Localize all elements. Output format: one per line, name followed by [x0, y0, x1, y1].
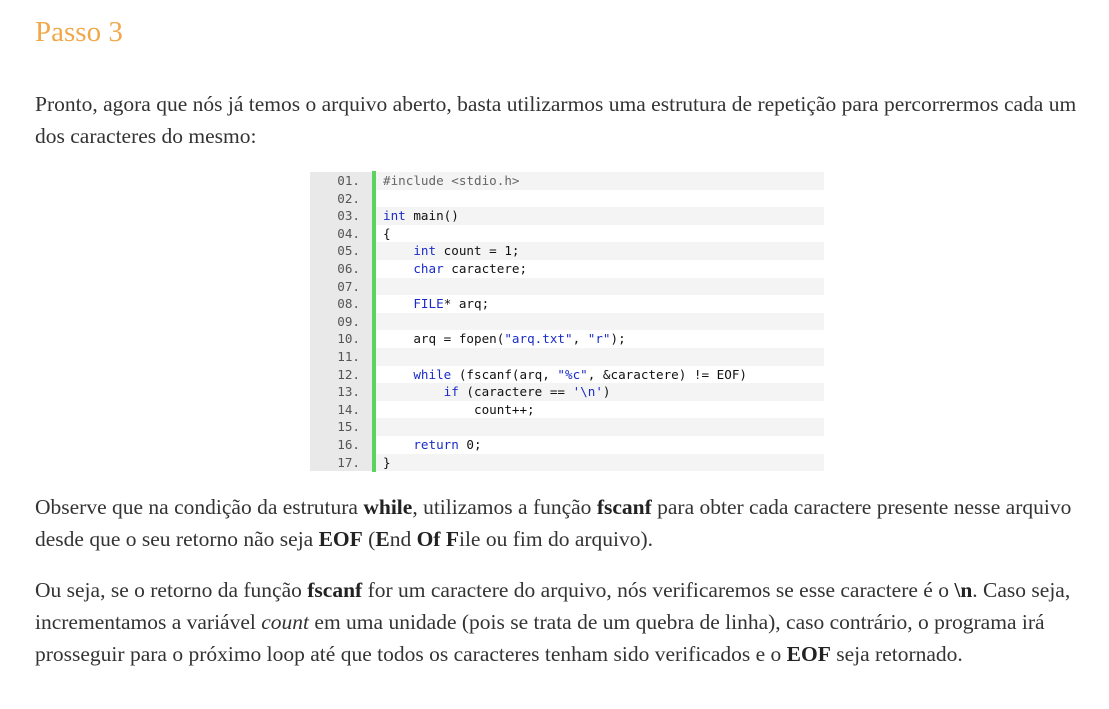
code-text: FILE* arq;: [413, 296, 490, 312]
keyword-fscanf: fscanf: [596, 495, 652, 519]
line-number: 13.: [310, 383, 372, 401]
line-number: 12.: [310, 365, 372, 384]
line-number: 07.: [310, 277, 372, 296]
line-number: 08.: [310, 295, 372, 313]
code-line: 02.: [310, 189, 824, 208]
code-line: 16. return 0;: [310, 436, 824, 454]
keyword-fscanf: fscanf: [307, 578, 363, 602]
code-line: 11.: [310, 348, 824, 366]
line-number: 17.: [310, 453, 372, 472]
code-line: 04. {: [310, 224, 824, 243]
code-line: 10. arq = fopen("arq.txt", "r");: [310, 330, 824, 348]
code-text: {: [383, 225, 391, 241]
code-text: count++;: [383, 401, 535, 417]
line-number: 10.: [310, 330, 372, 348]
intro-paragraph: Pronto, agora que nós já temos o arquivo…: [35, 92, 1077, 148]
code-line: 12. while (fscanf(arq, "%c", &caractere)…: [310, 365, 824, 384]
code-line: 05. int count = 1;: [310, 242, 824, 260]
keyword-eof: EOF: [318, 527, 363, 551]
code-line: 07.: [310, 277, 824, 296]
keyword-eof: EOF: [786, 642, 831, 666]
code-line: 08. FILE* arq;: [310, 295, 824, 313]
code-text: return 0;: [413, 437, 482, 452]
code-line: 13. if (caractere == '\n'): [310, 383, 824, 401]
code-text: }: [383, 454, 391, 470]
line-number: 02.: [310, 189, 372, 208]
line-number: 01.: [310, 172, 372, 190]
code-text: int count = 1;: [413, 243, 520, 259]
code-line: 14. count++;: [310, 400, 824, 419]
code-text: while (fscanf(arq, "%c", &caractere) != …: [413, 366, 747, 382]
code-line: 17.}: [310, 453, 824, 472]
line-number: 09.: [310, 312, 372, 331]
gutter-bar: [372, 171, 376, 472]
line-number: 16.: [310, 436, 372, 454]
code-line: 09.: [310, 312, 824, 331]
code-text: int main(): [383, 208, 459, 224]
step-heading: Passo 3: [35, 16, 123, 48]
code-line: 15.: [310, 418, 824, 436]
code-text: if (caractere == '\n'): [443, 384, 611, 400]
line-number: 05.: [310, 242, 372, 260]
code-line: 01. #include <stdio.h>: [310, 172, 824, 190]
line-number: 14.: [310, 400, 372, 419]
line-number: 04.: [310, 224, 372, 243]
code-text: char caractere;: [413, 261, 528, 276]
keyword-while: while: [363, 495, 413, 519]
code-text: arq = fopen("arq.txt", "r");: [383, 331, 626, 347]
code-line: 06. char caractere;: [310, 260, 824, 278]
variable-count: count: [261, 610, 310, 634]
line-number: 03.: [310, 207, 372, 225]
line-number: 15.: [310, 418, 372, 436]
line-number: 06.: [310, 260, 372, 278]
code-block: 17.} 16. return 0; 15. 14. count++; 13. if (…: [310, 171, 824, 472]
line-number: 11.: [310, 348, 372, 366]
code-text: #include <stdio.h>: [383, 173, 520, 188]
code-line: 03. int main(): [310, 207, 824, 225]
keyword-newline: \n: [954, 578, 973, 602]
while-explanation-paragraph: Observe que na condição da estrutura whi…: [35, 495, 1072, 551]
count-explanation-paragraph: Ou seja, se o retorno da função fscanf f…: [35, 578, 1071, 666]
